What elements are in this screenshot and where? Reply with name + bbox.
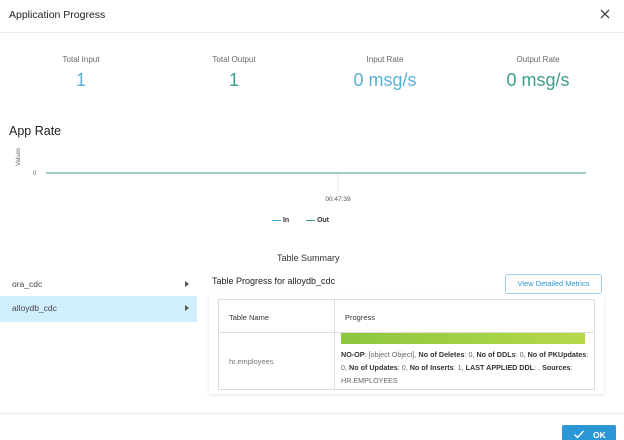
- sidebar-item-alloydb-cdc[interactable]: alloydb_cdc: [0, 296, 197, 322]
- legend-swatch-out: [306, 219, 315, 221]
- close-icon[interactable]: [598, 7, 612, 21]
- stat-value: 1: [75, 70, 86, 90]
- chevron-right-icon: [185, 281, 189, 287]
- progress-bar: [341, 333, 585, 344]
- dialog-header: Application Progress: [0, 0, 624, 32]
- chart-x-tick: 00:47:39: [325, 196, 351, 203]
- table-row-progress-cell: NO-OP: [object Object], No of Deletes: 0…: [335, 333, 594, 389]
- stat-value: 0 msg/s: [506, 70, 570, 90]
- header-divider: [0, 32, 624, 33]
- stat-input-rate: Input Rate 0 msg/s: [335, 55, 435, 91]
- legend-item-in[interactable]: In: [272, 217, 289, 224]
- stat-value: 1: [228, 70, 239, 90]
- chevron-right-icon: [185, 305, 189, 311]
- legend-label: Out: [316, 217, 330, 224]
- ok-button[interactable]: OK: [562, 425, 616, 440]
- stat-label: Total Input: [62, 55, 100, 64]
- sidebar-item-label: ora_cdc: [12, 279, 43, 289]
- legend-label: In: [282, 217, 290, 224]
- table-progress-table: Table Name Progress hr.employees NO-OP: …: [218, 299, 595, 390]
- column-header-table-name: Table Name: [219, 300, 335, 333]
- column-header-progress: Progress: [335, 300, 594, 333]
- legend-swatch-in: [272, 219, 281, 221]
- view-detailed-metrics-button[interactable]: View Detailed Metrics: [505, 274, 602, 294]
- stat-label: Total Output: [212, 55, 256, 64]
- check-icon: [574, 430, 585, 439]
- stat-total-output: Total Output 1: [184, 55, 284, 91]
- ok-button-label: OK: [593, 430, 606, 440]
- chart-y-tick: 0: [33, 171, 37, 177]
- progress-bar-fill: [341, 333, 585, 344]
- stat-total-input: Total Input 1: [31, 55, 131, 91]
- stat-value: 0 msg/s: [353, 70, 417, 90]
- sidebar-item-label: alloydb_cdc: [12, 303, 57, 313]
- stat-label: Output Rate: [516, 55, 560, 64]
- progress-details: NO-OP: [object Object], No of Deletes: 0…: [341, 350, 589, 385]
- stat-output-rate: Output Rate 0 msg/s: [488, 55, 588, 91]
- sidebar-item-ora-cdc[interactable]: ora_cdc: [0, 272, 197, 298]
- app-rate-heading: App Rate: [9, 124, 62, 138]
- table-summary-title: Table Summary: [277, 253, 340, 263]
- stat-label: Input Rate: [366, 55, 404, 64]
- table-progress-title: Table Progress for alloydb_cdc: [212, 276, 336, 286]
- legend-item-out[interactable]: Out: [306, 217, 329, 224]
- dialog-title: Application Progress: [9, 9, 106, 21]
- table-row-name-cell: hr.employees: [219, 333, 335, 389]
- footer-divider: [0, 413, 624, 414]
